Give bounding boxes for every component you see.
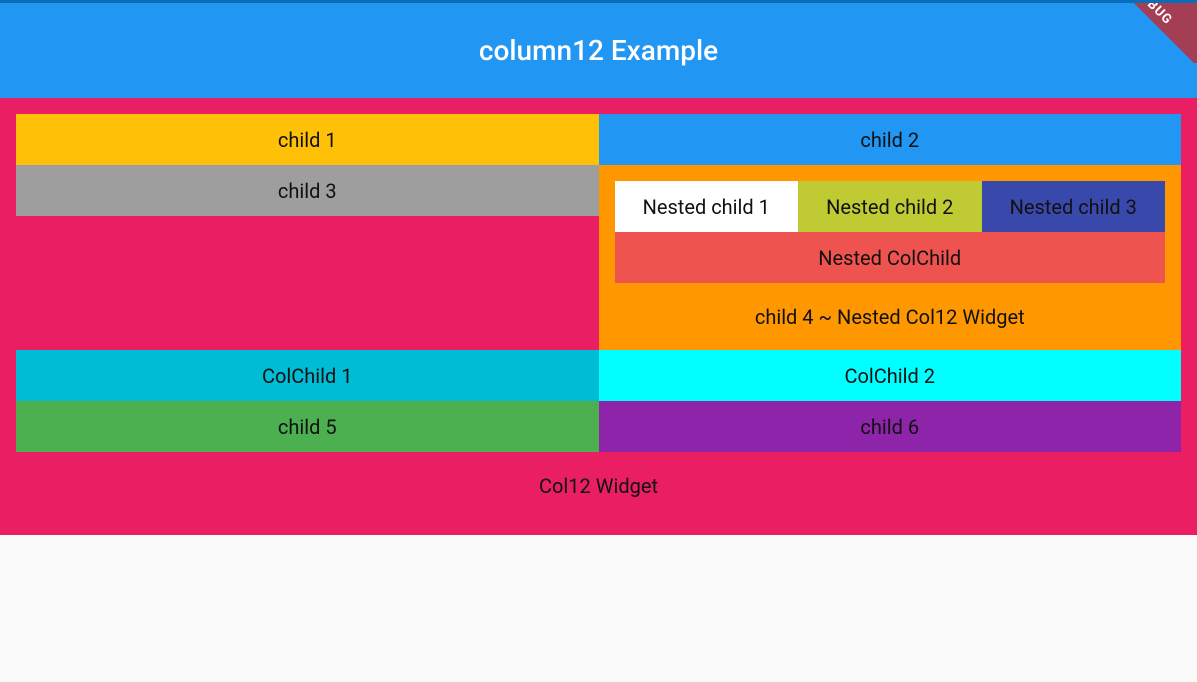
app-bar-title: column12 Example <box>479 34 718 67</box>
nested-grid: Nested child 1 Nested child 2 Nested chi… <box>615 181 1166 232</box>
nested-cell-1: Nested child 1 <box>615 181 799 232</box>
grid-cell-child6: child 6 <box>599 401 1182 452</box>
nested-col12-widget: Nested child 1 Nested child 2 Nested chi… <box>599 165 1182 350</box>
grid-cell-child3: child 3 <box>16 165 599 216</box>
grid-cell-colchild2: ColChild 2 <box>599 350 1182 401</box>
nested-label: child 4 ~ Nested Col12 Widget <box>615 283 1166 350</box>
debug-banner: BUG <box>1107 3 1197 63</box>
nested-cell-3: Nested child 3 <box>982 181 1166 232</box>
debug-banner-label: BUG <box>1107 3 1197 63</box>
app-bar: column12 Example BUG <box>0 3 1197 98</box>
grid-cell-child2: child 2 <box>599 114 1182 165</box>
col12-widget-container: child 1 child 2 child 3 Nested child 1 N… <box>0 98 1197 535</box>
grid-cell-child5: child 5 <box>16 401 599 452</box>
col12-widget-label: Col12 Widget <box>16 452 1181 519</box>
col12-grid: child 1 child 2 child 3 Nested child 1 N… <box>16 114 1181 452</box>
nested-colchild: Nested ColChild <box>615 232 1166 283</box>
nested-cell-2: Nested child 2 <box>798 181 982 232</box>
grid-cell-child1: child 1 <box>16 114 599 165</box>
grid-cell-colchild1: ColChild 1 <box>16 350 599 401</box>
